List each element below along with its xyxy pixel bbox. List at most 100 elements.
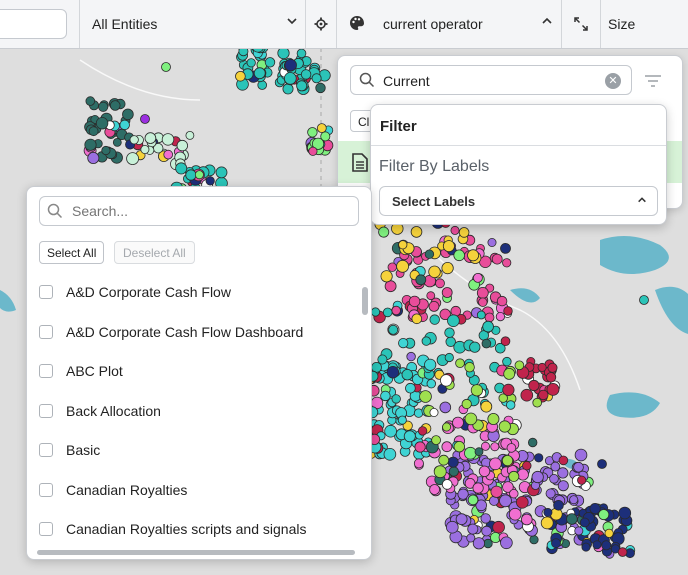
deselect-all-button[interactable]: Deselect All	[114, 241, 195, 264]
well-marker[interactable]	[442, 422, 452, 432]
well-marker[interactable]	[508, 470, 520, 482]
well-marker[interactable]	[253, 67, 266, 80]
well-marker[interactable]	[140, 114, 150, 124]
well-marker[interactable]	[500, 336, 511, 347]
well-marker[interactable]	[398, 240, 408, 250]
well-marker[interactable]	[502, 383, 515, 396]
entities-dropdown[interactable]: All Entities	[80, 0, 306, 48]
well-marker[interactable]	[378, 226, 390, 238]
well-marker[interactable]	[496, 295, 508, 307]
well-marker[interactable]	[469, 341, 481, 353]
checkbox[interactable]	[39, 482, 53, 497]
well-marker[interactable]	[450, 225, 460, 235]
well-marker[interactable]	[617, 547, 628, 557]
well-marker[interactable]	[296, 48, 307, 59]
checkbox[interactable]	[39, 364, 53, 378]
well-marker[interactable]	[122, 108, 134, 121]
well-marker[interactable]	[508, 507, 522, 521]
well-marker[interactable]	[426, 291, 436, 301]
well-marker[interactable]	[95, 116, 109, 130]
well-marker[interactable]	[283, 72, 297, 85]
well-marker[interactable]	[205, 176, 215, 186]
well-marker[interactable]	[484, 312, 495, 323]
well-marker[interactable]	[447, 456, 459, 468]
well-marker[interactable]	[413, 458, 424, 469]
well-marker[interactable]	[277, 46, 290, 60]
well-marker[interactable]	[311, 73, 322, 84]
select-labels-dropdown[interactable]: Select Labels	[379, 186, 658, 216]
well-marker[interactable]	[370, 307, 381, 317]
well-marker[interactable]	[419, 390, 432, 403]
list-item[interactable]: ABC Plot	[27, 352, 359, 391]
select-all-button[interactable]: Select All	[39, 241, 105, 264]
settings-button[interactable]	[306, 0, 336, 48]
well-marker[interactable]	[543, 507, 553, 517]
well-marker[interactable]	[424, 358, 437, 371]
well-marker[interactable]	[458, 227, 470, 238]
well-marker[interactable]	[194, 170, 204, 180]
well-marker[interactable]	[481, 338, 492, 349]
well-marker[interactable]	[472, 482, 484, 494]
well-marker[interactable]	[163, 149, 174, 160]
well-marker[interactable]	[529, 535, 539, 545]
scrollbar-thumb[interactable]	[37, 550, 355, 555]
well-marker[interactable]	[282, 83, 294, 95]
well-marker[interactable]	[476, 286, 489, 299]
well-marker[interactable]	[441, 261, 454, 275]
well-marker[interactable]	[601, 540, 612, 551]
well-marker[interactable]	[126, 152, 140, 166]
well-marker[interactable]	[478, 465, 491, 478]
well-marker[interactable]	[428, 300, 440, 312]
well-marker[interactable]	[453, 441, 466, 453]
well-marker[interactable]	[478, 297, 488, 307]
well-marker[interactable]	[421, 336, 432, 346]
well-marker[interactable]	[296, 80, 308, 92]
well-marker[interactable]	[380, 270, 393, 283]
well-marker[interactable]	[534, 453, 544, 463]
well-marker[interactable]	[557, 480, 569, 492]
well-marker[interactable]	[444, 352, 454, 363]
well-marker[interactable]	[470, 384, 483, 397]
checkbox[interactable]	[39, 522, 53, 536]
well-marker[interactable]	[383, 447, 397, 461]
well-marker[interactable]	[480, 400, 493, 413]
list-item[interactable]: Canadian Royalties	[27, 471, 359, 510]
well-marker[interactable]	[101, 145, 111, 156]
well-marker[interactable]	[453, 249, 466, 262]
well-marker[interactable]	[307, 127, 318, 138]
well-marker[interactable]	[433, 465, 447, 479]
well-marker[interactable]	[551, 538, 561, 549]
well-marker[interactable]	[429, 407, 439, 417]
well-marker[interactable]	[503, 367, 516, 380]
well-marker[interactable]	[461, 398, 472, 410]
well-marker[interactable]	[604, 528, 614, 538]
well-marker[interactable]	[502, 356, 512, 367]
operator-search-input[interactable]: Current ✕	[350, 65, 632, 95]
checkbox[interactable]	[39, 403, 53, 418]
well-marker[interactable]	[528, 379, 540, 392]
checkbox[interactable]	[39, 443, 53, 457]
well-marker[interactable]	[175, 162, 188, 175]
well-marker[interactable]	[428, 265, 441, 279]
well-marker[interactable]	[639, 295, 649, 305]
scrollbar-thumb[interactable]	[362, 287, 368, 315]
checkbox[interactable]	[39, 285, 53, 299]
well-marker[interactable]	[546, 382, 560, 396]
well-marker[interactable]	[424, 249, 435, 259]
well-marker[interactable]	[514, 360, 525, 371]
well-marker[interactable]	[474, 447, 484, 457]
well-marker[interactable]	[503, 306, 513, 316]
list-item[interactable]: A&D Corporate Cash Flow	[27, 273, 359, 312]
color-by-dropdown[interactable]: current operator	[337, 0, 561, 48]
well-marker[interactable]	[618, 506, 632, 520]
well-marker[interactable]	[215, 166, 228, 179]
size-label[interactable]: Size	[608, 16, 635, 32]
well-marker[interactable]	[481, 525, 492, 537]
well-marker[interactable]	[284, 58, 297, 72]
well-marker[interactable]	[391, 394, 401, 404]
well-marker[interactable]	[558, 455, 569, 466]
well-marker[interactable]	[406, 351, 416, 362]
well-marker[interactable]	[161, 133, 175, 146]
well-marker[interactable]	[581, 542, 591, 552]
well-marker[interactable]	[439, 401, 452, 414]
